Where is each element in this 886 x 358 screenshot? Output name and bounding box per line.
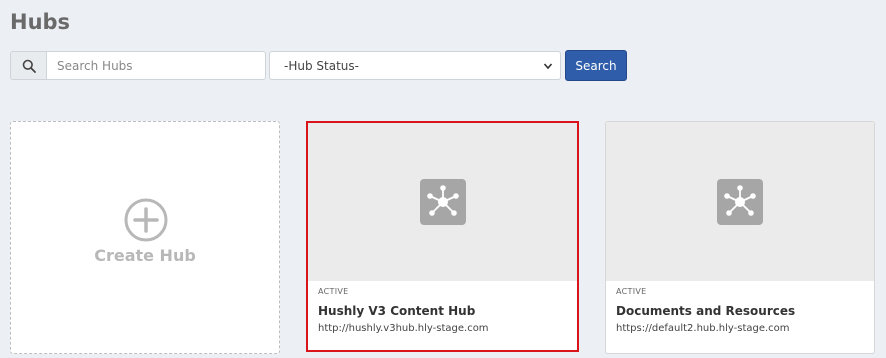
hub-card[interactable]: ACTIVE Documents and Resources https://d…: [605, 121, 875, 354]
hub-status-label: ACTIVE: [318, 287, 349, 296]
hub-name: Hushly V3 Content Hub: [318, 304, 476, 318]
network-hub-icon: [717, 178, 763, 225]
hub-url: https://default2.hub.hly-stage.com: [616, 323, 790, 334]
create-hub-label: Create Hub: [94, 246, 196, 265]
create-hub-card[interactable]: Create Hub: [10, 121, 280, 354]
plus-circle-icon: [124, 198, 168, 242]
hub-card[interactable]: ACTIVE Hushly V3 Content Hub http://hush…: [306, 121, 579, 352]
search-addon: [10, 51, 46, 80]
hub-url: http://hushly.v3hub.hly-stage.com: [318, 323, 489, 334]
search-button[interactable]: Search: [565, 50, 627, 81]
chevron-down-icon: [543, 63, 553, 70]
hub-status-selected: -Hub Status-: [284, 58, 359, 73]
hub-thumbnail: [606, 122, 874, 281]
search-icon: [22, 59, 36, 73]
hub-name: Documents and Resources: [616, 304, 796, 318]
hub-thumbnail: [308, 123, 577, 281]
page-title: Hubs: [10, 10, 71, 34]
hub-status-select[interactable]: -Hub Status-: [269, 51, 561, 80]
network-hub-icon: [419, 179, 466, 225]
search-input[interactable]: [46, 51, 266, 80]
hub-status-label: ACTIVE: [616, 287, 647, 296]
